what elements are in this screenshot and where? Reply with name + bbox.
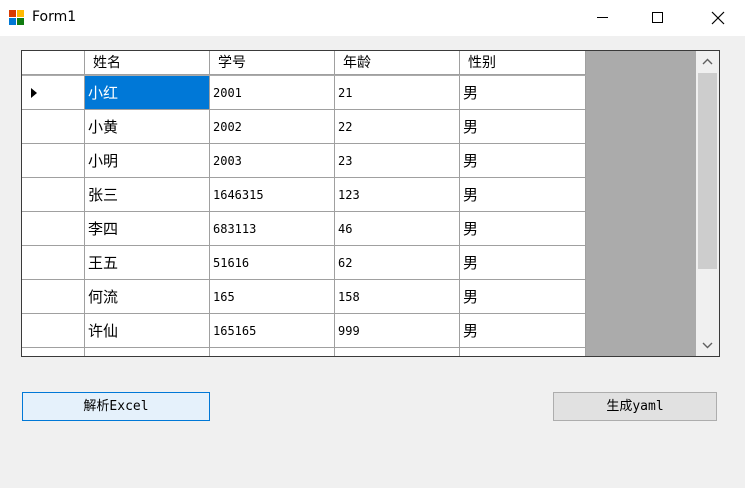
student-id-cell[interactable]: 2003	[210, 144, 335, 178]
student-id-cell[interactable]: 51616	[210, 246, 335, 280]
table-row[interactable]: 小明 2003 23 男	[22, 144, 586, 178]
name-cell[interactable]: 许仙	[85, 314, 210, 348]
name-cell[interactable]	[85, 348, 210, 356]
row-header[interactable]	[22, 212, 85, 246]
current-row-arrow-icon	[31, 88, 37, 98]
name-cell[interactable]: 李四	[85, 212, 210, 246]
gender-cell[interactable]: 男	[460, 212, 586, 246]
window-title: Form1	[32, 9, 77, 25]
row-header[interactable]	[22, 348, 85, 356]
vertical-scrollbar[interactable]	[696, 51, 719, 356]
age-cell[interactable]: 23	[335, 144, 460, 178]
age-cell[interactable]: 21	[335, 76, 460, 110]
table-row[interactable]: 男	[22, 348, 586, 356]
age-cell[interactable]	[335, 348, 460, 356]
student-id-cell[interactable]: 165	[210, 280, 335, 314]
column-header-gender[interactable]: 性别	[460, 51, 586, 75]
data-grid[interactable]: 姓名 学号 年龄 性别 小红 2001 21 男小黄 2002 22 男小明 2003 23 男张…	[21, 50, 720, 357]
row-header[interactable]	[22, 246, 85, 280]
generate-yaml-button[interactable]: 生成yaml	[553, 392, 717, 421]
name-cell[interactable]: 张三	[85, 178, 210, 212]
age-cell[interactable]: 22	[335, 110, 460, 144]
age-cell[interactable]: 123	[335, 178, 460, 212]
row-header[interactable]	[22, 178, 85, 212]
student-id-cell[interactable]	[210, 348, 335, 356]
gender-cell[interactable]: 男	[460, 144, 586, 178]
gender-cell[interactable]: 男	[460, 348, 586, 356]
table-row[interactable]: 何流 165 158 男	[22, 280, 586, 314]
table-row[interactable]: 许仙 165165 999 男	[22, 314, 586, 348]
table-row[interactable]: 小黄 2002 22 男	[22, 110, 586, 144]
minimize-button[interactable]	[581, 0, 627, 36]
name-cell[interactable]: 小红	[85, 76, 210, 110]
gender-cell[interactable]: 男	[460, 110, 586, 144]
gender-cell[interactable]: 男	[460, 314, 586, 348]
student-id-cell[interactable]: 2001	[210, 76, 335, 110]
row-header[interactable]	[22, 110, 85, 144]
age-cell[interactable]: 158	[335, 280, 460, 314]
age-cell[interactable]: 46	[335, 212, 460, 246]
title-bar: Form1	[0, 0, 745, 36]
name-cell[interactable]: 小黄	[85, 110, 210, 144]
age-cell[interactable]: 999	[335, 314, 460, 348]
corner-header[interactable]	[22, 51, 85, 75]
gender-cell[interactable]: 男	[460, 246, 586, 280]
table-row[interactable]: 张三 1646315 123 男	[22, 178, 586, 212]
column-header-student-id[interactable]: 学号	[210, 51, 335, 75]
table-row[interactable]: 小红 2001 21 男	[22, 76, 586, 110]
scrollbar-thumb[interactable]	[698, 73, 717, 269]
close-icon	[711, 11, 725, 25]
minimize-icon	[597, 17, 608, 18]
maximize-icon	[652, 12, 663, 23]
row-header[interactable]	[22, 314, 85, 348]
gender-cell[interactable]: 男	[460, 178, 586, 212]
name-cell[interactable]: 小明	[85, 144, 210, 178]
maximize-button[interactable]	[635, 0, 681, 36]
grid-body: 姓名 学号 年龄 性别 小红 2001 21 男小黄 2002 22 男小明 2003 23 男张…	[22, 51, 586, 356]
app-icon	[9, 10, 25, 26]
scroll-up-arrow-icon[interactable]	[696, 51, 719, 72]
student-id-cell[interactable]: 1646315	[210, 178, 335, 212]
gender-cell[interactable]: 男	[460, 76, 586, 110]
parse-excel-button[interactable]: 解析Excel	[22, 392, 210, 421]
student-id-cell[interactable]: 165165	[210, 314, 335, 348]
table-row[interactable]: 李四 683113 46 男	[22, 212, 586, 246]
column-header-age[interactable]: 年龄	[335, 51, 460, 75]
table-row[interactable]: 王五 51616 62 男	[22, 246, 586, 280]
close-button[interactable]	[694, 0, 740, 36]
name-cell[interactable]: 何流	[85, 280, 210, 314]
student-id-cell[interactable]: 683113	[210, 212, 335, 246]
gender-cell[interactable]: 男	[460, 280, 586, 314]
scroll-down-arrow-icon[interactable]	[696, 335, 719, 356]
row-header[interactable]	[22, 144, 85, 178]
name-cell[interactable]: 王五	[85, 246, 210, 280]
student-id-cell[interactable]: 2002	[210, 110, 335, 144]
column-header-name[interactable]: 姓名	[85, 51, 210, 75]
age-cell[interactable]: 62	[335, 246, 460, 280]
row-header[interactable]	[22, 280, 85, 314]
row-header[interactable]	[22, 76, 85, 110]
